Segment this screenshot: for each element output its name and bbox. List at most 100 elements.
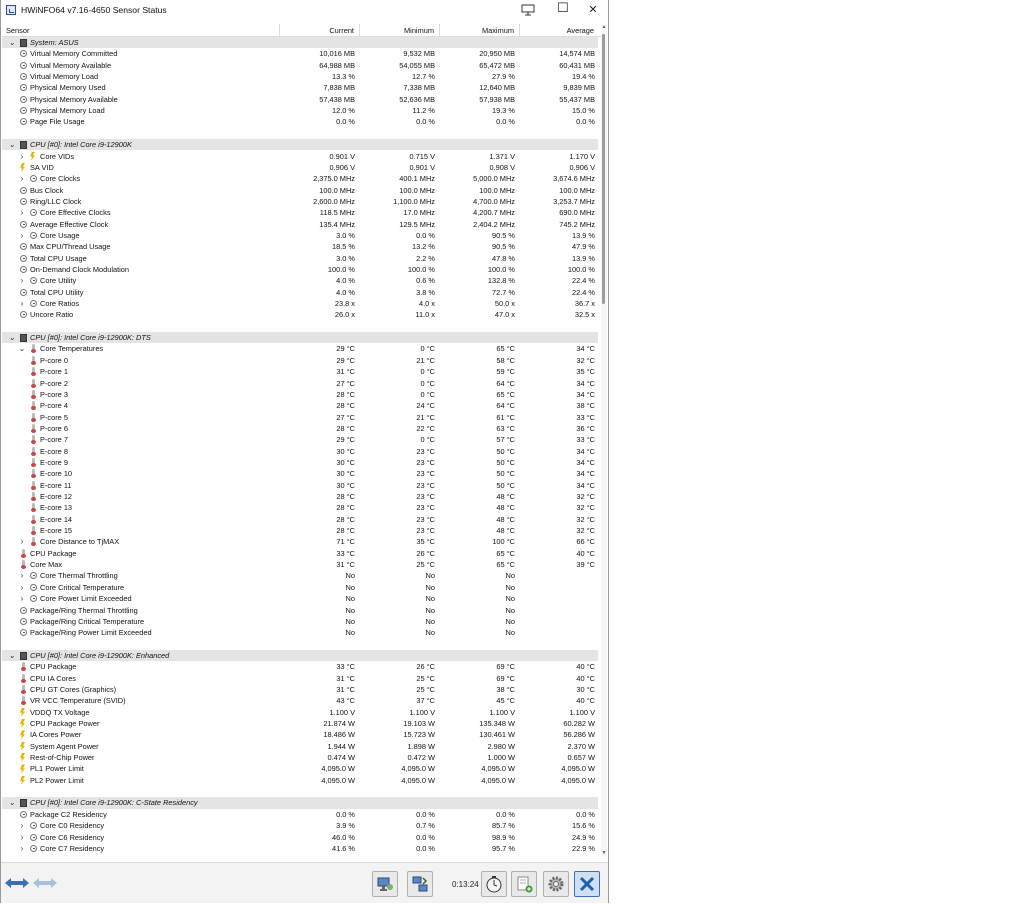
- sensor-row[interactable]: PL2 Power Limit 4,095.0 W 4,095.0 W 4,095.0…: [2, 775, 598, 786]
- sensor-group-row[interactable]: ⌄ CPU [#0]: Intel Core i9-12900K: DTS: [2, 332, 598, 344]
- sensor-row[interactable]: Rest-of-Chip Power 0.474 W 0.472 W 1.000 W 0…: [2, 752, 598, 763]
- sensor-row[interactable]: › Core Power Limit Exceeded No No No: [2, 593, 598, 604]
- scroll-thumb[interactable]: [602, 34, 605, 304]
- sensor-row[interactable]: › Core Usage 3.0 % 0.0 % 90.5 % 13.9 %: [2, 230, 598, 241]
- expand-chevron-icon[interactable]: ›: [18, 275, 26, 286]
- sensor-row[interactable]: E-core 10 30 °C 23 °C 50 °C 34 °C: [2, 468, 598, 479]
- sensor-row[interactable]: On-Demand Clock Modulation 100.0 % 100.0 %…: [2, 264, 598, 275]
- sensor-row[interactable]: Average Effective Clock 135.4 MHz 129.5 MH…: [2, 219, 598, 230]
- sensor-group-row[interactable]: ⌄ CPU [#0]: Intel Core i9-12900K: [2, 139, 598, 151]
- sensor-row[interactable]: P-core 4 28 °C 24 °C 64 °C 38 °C: [2, 400, 598, 411]
- double-arrow-right-icon[interactable]: [33, 877, 57, 891]
- sensor-row[interactable]: Total CPU Utility 4.0 % 3.8 % 72.7 % 22.4 %: [2, 287, 598, 298]
- sensor-row[interactable]: CPU GT Cores (Graphics) 31 °C 25 °C 38 °C 30…: [2, 684, 598, 695]
- expand-chevron-icon[interactable]: ›: [18, 832, 26, 843]
- sensor-row[interactable]: › Core C0 Residency 3.9 % 0.7 % 85.7 % 15.6 %: [2, 820, 598, 831]
- collapse-chevron-icon[interactable]: ⌄: [8, 797, 16, 808]
- expand-chevron-icon[interactable]: ›: [18, 820, 26, 831]
- expand-chevron-icon[interactable]: ›: [18, 582, 26, 593]
- sensor-row[interactable]: VDDQ TX Voltage 1.100 V 1.100 V 1.100 V 1.10…: [2, 707, 598, 718]
- sensor-row[interactable]: P-core 2 27 °C 0 °C 64 °C 34 °C: [2, 378, 598, 389]
- sensor-row[interactable]: PL1 Power Limit 4,095.0 W 4,095.0 W 4,095.0…: [2, 763, 598, 774]
- sensor-row[interactable]: P-core 6 28 °C 22 °C 63 °C 36 °C: [2, 423, 598, 434]
- expand-chevron-icon[interactable]: ›: [18, 151, 26, 162]
- sensor-row[interactable]: Bus Clock 100.0 MHz 100.0 MHz 100.0 MHz 100.…: [2, 185, 598, 196]
- sensor-row[interactable]: CPU IA Cores 31 °C 25 °C 69 °C 40 °C: [2, 673, 598, 684]
- col-maximum[interactable]: Maximum: [439, 25, 514, 36]
- expand-chevron-icon[interactable]: ›: [18, 230, 26, 241]
- col-minimum[interactable]: Minimum: [359, 25, 434, 36]
- maximize-button[interactable]: ☐: [548, 0, 578, 19]
- sensor-list[interactable]: ⌄ System: ASUS Virtual Memory Committed 10,…: [2, 37, 601, 857]
- sensor-row[interactable]: E-core 15 28 °C 23 °C 48 °C 32 °C: [2, 525, 598, 536]
- add-log-icon[interactable]: [511, 871, 537, 897]
- sensor-row[interactable]: System Agent Power 1.944 W 1.898 W 2.980 W 2…: [2, 741, 598, 752]
- sensor-row[interactable]: ⌄ Core Temperatures 29 °C 0 °C 65 °C 34 °C: [2, 343, 598, 354]
- sensor-row[interactable]: P-core 7 29 °C 0 °C 57 °C 33 °C: [2, 434, 598, 445]
- sensor-row[interactable]: E-core 12 28 °C 23 °C 48 °C 32 °C: [2, 491, 598, 502]
- sensor-row[interactable]: Core Max 31 °C 25 °C 65 °C 39 °C: [2, 559, 598, 570]
- sensor-row[interactable]: › Core Effective Clocks 118.5 MHz 17.0 MHz 4…: [2, 207, 598, 218]
- sensor-row[interactable]: CPU Package 33 °C 26 °C 65 °C 40 °C: [2, 548, 598, 559]
- collapse-chevron-icon[interactable]: ⌄: [8, 139, 16, 150]
- sensor-row[interactable]: Package/Ring Thermal Throttling No No No: [2, 605, 598, 616]
- collapse-chevron-icon[interactable]: ⌄: [8, 332, 16, 343]
- sensor-group-row[interactable]: ⌄ CPU [#0]: Intel Core i9-12900K: C-State…: [2, 797, 598, 809]
- sensor-row[interactable]: › Core Critical Temperature No No No: [2, 582, 598, 593]
- collapse-chevron-icon[interactable]: ⌄: [8, 650, 16, 661]
- sensor-row[interactable]: Physical Memory Load 12.0 % 11.2 % 19.3 % 15…: [2, 105, 598, 116]
- expand-chevron-icon[interactable]: ›: [18, 207, 26, 218]
- sensor-row[interactable]: Page File Usage 0.0 % 0.0 % 0.0 % 0.0 %: [2, 116, 598, 127]
- sensor-row[interactable]: P-core 5 27 °C 21 °C 61 °C 33 °C: [2, 412, 598, 423]
- sensor-row[interactable]: › Core Clocks 2,375.0 MHz 400.1 MHz 5,000.0 …: [2, 173, 598, 184]
- sensor-row[interactable]: Package C2 Residency 0.0 % 0.0 % 0.0 % 0.0 %: [2, 809, 598, 820]
- vertical-scrollbar[interactable]: ▲ ▼: [601, 24, 607, 856]
- sensor-row[interactable]: E-core 8 30 °C 23 °C 50 °C 34 °C: [2, 446, 598, 457]
- sensor-row[interactable]: › Core Ratios 23.8 x 4.0 x 50.0 x 36.7 x: [2, 298, 598, 309]
- sensor-row[interactable]: Virtual Memory Available 64,988 MB 54,055 …: [2, 60, 598, 71]
- stopwatch-icon[interactable]: [481, 871, 507, 897]
- sync-icon[interactable]: [407, 871, 433, 897]
- expand-chevron-icon[interactable]: ›: [18, 536, 26, 547]
- sensor-row[interactable]: Physical Memory Available 57,438 MB 52,636…: [2, 94, 598, 105]
- sensor-row[interactable]: › Core C6 Residency 46.0 % 0.0 % 98.9 % 24.9 …: [2, 832, 598, 843]
- sensor-row[interactable]: Virtual Memory Committed 10,016 MB 9,532 M…: [2, 48, 598, 59]
- expand-chevron-icon[interactable]: ›: [18, 843, 26, 854]
- close-icon[interactable]: [574, 871, 600, 897]
- sensor-row[interactable]: › Core VIDs 0.901 V 0.715 V 1.371 V 1.170 V: [2, 151, 598, 162]
- sensor-row[interactable]: Ring/LLC Clock 2,600.0 MHz 1,100.0 MHz 4,70…: [2, 196, 598, 207]
- sensor-row[interactable]: › Core Distance to TjMAX 71 °C 35 °C 100 °C 6…: [2, 536, 598, 547]
- sensor-row[interactable]: E-core 14 28 °C 23 °C 48 °C 32 °C: [2, 514, 598, 525]
- sensor-row[interactable]: IA Cores Power 18.486 W 15.723 W 130.461 W 5…: [2, 729, 598, 740]
- sensor-row[interactable]: E-core 13 28 °C 23 °C 48 °C 32 °C: [2, 502, 598, 513]
- double-arrow-left-icon[interactable]: [5, 877, 29, 891]
- sensor-row[interactable]: P-core 1 31 °C 0 °C 59 °C 35 °C: [2, 366, 598, 377]
- sensor-row[interactable]: Max CPU/Thread Usage 18.5 % 13.2 % 90.5 % 47…: [2, 241, 598, 252]
- sensor-row[interactable]: Physical Memory Used 7,838 MB 7,338 MB 12,6…: [2, 82, 598, 93]
- expand-chevron-icon[interactable]: ›: [18, 298, 26, 309]
- sensor-group-row[interactable]: ⌄ System: ASUS: [2, 37, 598, 49]
- scroll-up-icon[interactable]: ▲: [601, 24, 607, 30]
- monitor-icon[interactable]: [513, 0, 543, 21]
- close-button[interactable]: ✕: [578, 0, 608, 21]
- sensor-row[interactable]: P-core 3 28 °C 0 °C 65 °C 34 °C: [2, 389, 598, 400]
- sensor-row[interactable]: SA VID 0.906 V 0.901 V 0.908 V 0.906 V: [2, 162, 598, 173]
- sensor-row[interactable]: Package/Ring Critical Temperature No No No: [2, 616, 598, 627]
- collapse-chevron-icon[interactable]: ⌄: [18, 343, 26, 354]
- sensor-row[interactable]: › Core C7 Residency 41.6 % 0.0 % 95.7 % 22.9 …: [2, 843, 598, 854]
- sensor-row[interactable]: Virtual Memory Load 13.3 % 12.7 % 27.9 % 19.…: [2, 71, 598, 82]
- sensor-row[interactable]: › Core Thermal Throttling No No No: [2, 570, 598, 581]
- col-average[interactable]: Average: [519, 25, 594, 36]
- sensor-row[interactable]: CPU Package Power 21.874 W 19.103 W 135.348…: [2, 718, 598, 729]
- col-sensor[interactable]: Sensor: [6, 25, 29, 36]
- sensor-row[interactable]: Uncore Ratio 26.0 x 11.0 x 47.0 x 32.5 x: [2, 309, 598, 320]
- sensor-row[interactable]: › Core Utility 4.0 % 0.6 % 132.8 % 22.4 %: [2, 275, 598, 286]
- sensor-row[interactable]: E-core 11 30 °C 23 °C 50 °C 34 °C: [2, 480, 598, 491]
- sensor-row[interactable]: VR VCC Temperature (SVID) 43 °C 37 °C 45 °C…: [2, 695, 598, 706]
- sensor-row[interactable]: P-core 0 29 °C 21 °C 58 °C 32 °C: [2, 355, 598, 366]
- sensor-row[interactable]: CPU Package 33 °C 26 °C 69 °C 40 °C: [2, 661, 598, 672]
- sensor-row[interactable]: E-core 9 30 °C 23 °C 50 °C 34 °C: [2, 457, 598, 468]
- gear-icon[interactable]: [543, 871, 569, 897]
- network-computer-icon[interactable]: [372, 871, 398, 897]
- scroll-down-icon[interactable]: ▼: [601, 850, 607, 856]
